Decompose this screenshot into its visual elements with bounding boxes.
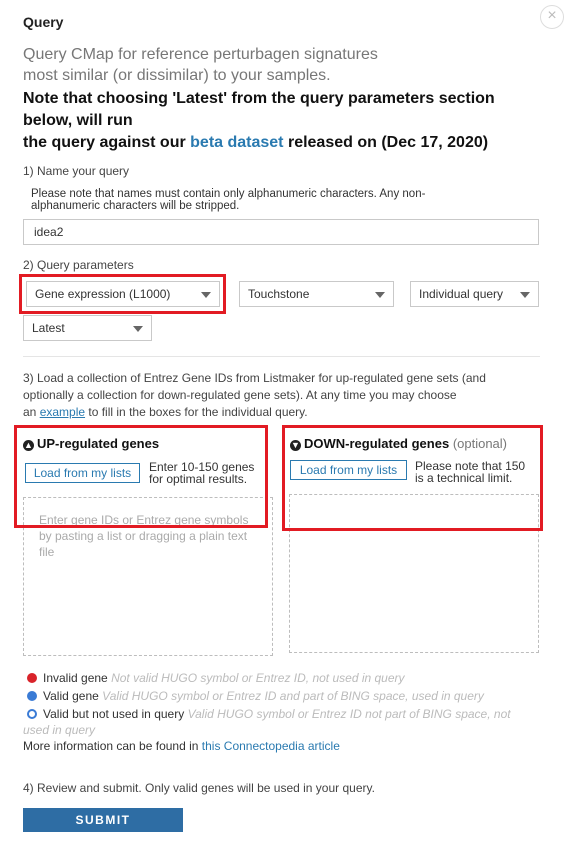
select-value: Individual query bbox=[419, 287, 504, 301]
step3-line: an example to fill in the boxes for the … bbox=[23, 404, 543, 421]
note-line: the query against our beta dataset relea… bbox=[23, 132, 548, 154]
hint-line: Please note that names must contain only… bbox=[31, 188, 426, 200]
chevron-down-icon bbox=[133, 326, 143, 332]
more-info: More information can be found in this Co… bbox=[23, 739, 340, 753]
hint-line: alphanumeric characters will be stripped… bbox=[31, 200, 240, 212]
step3-text-part: an bbox=[23, 405, 40, 419]
step4-label: 4) Review and submit. Only valid genes w… bbox=[23, 781, 375, 795]
legend-desc: Not valid HUGO symbol or Entrez ID, not … bbox=[111, 671, 405, 685]
beta-dataset-link[interactable]: beta dataset bbox=[190, 134, 283, 151]
dataset-select[interactable]: Touchstone bbox=[239, 281, 394, 307]
legend-invalid: Invalid gene Not valid HUGO symbol or En… bbox=[27, 671, 405, 685]
step2-label: 2) Query parameters bbox=[23, 258, 134, 272]
step3-line: optionally a collection for down-regulat… bbox=[23, 388, 457, 402]
placeholder-line: file bbox=[39, 545, 55, 559]
intro-line: Query CMap for reference perturbagen sig… bbox=[23, 46, 378, 63]
select-value: Touchstone bbox=[248, 287, 310, 301]
query-name-input[interactable]: idea2 bbox=[23, 219, 539, 245]
step1-label: 1) Name your query bbox=[23, 164, 130, 178]
highlight-box bbox=[14, 425, 268, 528]
beta-note: Note that choosing 'Latest' from the que… bbox=[23, 88, 548, 154]
legend-label: Valid gene bbox=[43, 689, 99, 703]
step3-text: 3) Load a collection of Entrez Gene IDs … bbox=[23, 370, 543, 421]
intro-text: Query CMap for reference perturbagen sig… bbox=[23, 44, 378, 86]
step3-line: 3) Load a collection of Entrez Gene IDs … bbox=[23, 371, 486, 385]
note-line: Note that choosing 'Latest' from the que… bbox=[23, 90, 495, 107]
highlight-box bbox=[19, 274, 226, 314]
name-hint: Please note that names must contain only… bbox=[31, 188, 541, 212]
connectopedia-link[interactable]: this Connectopedia article bbox=[202, 739, 340, 753]
legend-valid: Valid gene Valid HUGO symbol or Entrez I… bbox=[27, 689, 484, 703]
select-value: Latest bbox=[32, 321, 65, 335]
note-line: below, will run bbox=[23, 112, 133, 129]
intro-line: most similar (or dissimilar) to your sam… bbox=[23, 67, 331, 84]
legend-desc: used in query bbox=[23, 723, 96, 737]
unused-circle-icon bbox=[27, 709, 37, 719]
close-icon[interactable]: × bbox=[540, 5, 564, 29]
chevron-down-icon bbox=[520, 292, 530, 298]
version-select[interactable]: Latest bbox=[23, 315, 152, 341]
legend-unused: Valid but not used in query Valid HUGO s… bbox=[23, 706, 527, 738]
note-text: the query against our bbox=[23, 134, 191, 151]
legend-desc: Valid HUGO symbol or Entrez ID and part … bbox=[102, 689, 484, 703]
note-text: released on (Dec 17, 2020) bbox=[283, 134, 489, 151]
legend-label: Valid but not used in query bbox=[43, 707, 185, 721]
legend-desc: Valid HUGO symbol or Entrez ID not part … bbox=[187, 707, 511, 721]
step3-text-part: to fill in the boxes for the individual … bbox=[85, 405, 308, 419]
panel-title: Query bbox=[23, 14, 64, 30]
valid-check-icon bbox=[27, 691, 37, 701]
invalid-icon bbox=[27, 673, 37, 683]
legend-label: Invalid gene bbox=[43, 671, 108, 685]
more-info-text: More information can be found in bbox=[23, 739, 202, 753]
query-type-select[interactable]: Individual query bbox=[410, 281, 539, 307]
highlight-box bbox=[282, 425, 543, 531]
divider bbox=[23, 356, 540, 357]
example-link[interactable]: example bbox=[40, 405, 85, 419]
chevron-down-icon bbox=[375, 292, 385, 298]
placeholder-line: by pasting a list or dragging a plain te… bbox=[39, 529, 248, 543]
submit-button[interactable]: SUBMIT bbox=[23, 808, 183, 832]
